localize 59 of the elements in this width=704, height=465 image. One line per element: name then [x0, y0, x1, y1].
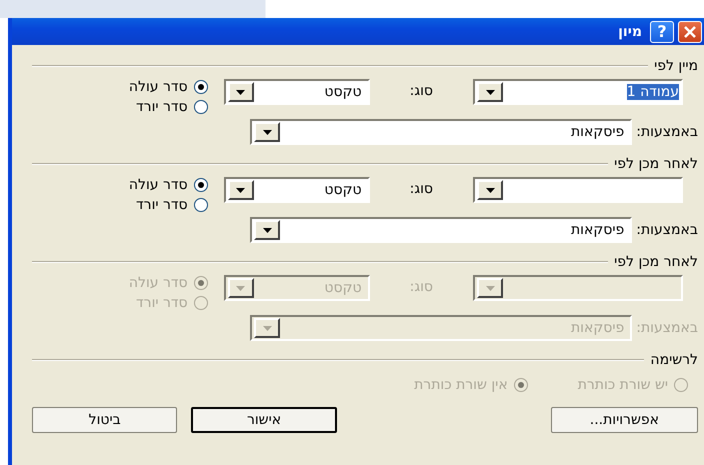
using-dropdown[interactable]: פיסקאות	[250, 217, 632, 243]
using-value: פיסקאות	[570, 124, 626, 140]
dialog-button[interactable]: אפשרויות...	[550, 407, 698, 433]
caret-icon	[236, 286, 246, 290]
radio-label: סדר עולה	[128, 275, 188, 291]
section-header: מיין לפי	[654, 58, 698, 74]
close-icon	[684, 26, 696, 38]
window-title: מיון	[618, 24, 642, 40]
type-label: סוג:	[410, 181, 433, 197]
radio-label: אין שורת כותרת	[414, 377, 508, 393]
type-dropdown[interactable]: טקסט	[224, 177, 370, 203]
type-label: סוג:	[410, 83, 433, 99]
caret-icon	[236, 90, 246, 94]
section-header: לאחר מכן לפי	[614, 156, 698, 172]
using-dropdown[interactable]: פיסקאות	[250, 119, 632, 145]
type-value: טקסט	[323, 280, 363, 296]
radio-button[interactable]	[194, 198, 208, 212]
radio-button[interactable]	[194, 80, 208, 94]
section-header: לרשימה	[650, 352, 698, 368]
dropdown-button[interactable]	[228, 180, 254, 200]
radio-button[interactable]	[194, 178, 208, 192]
caret-icon	[486, 90, 494, 94]
caret-icon	[262, 326, 272, 330]
using-label: באמצעות:	[636, 320, 698, 336]
caret-icon	[486, 188, 494, 192]
dropdown-button[interactable]	[477, 82, 503, 102]
radio-label: סדר עולה	[128, 79, 188, 95]
using-label: באמצעות:	[636, 124, 698, 140]
radio-label: סדר עולה	[128, 177, 188, 193]
dropdown-button[interactable]	[228, 278, 254, 298]
help-button[interactable]: ?	[650, 20, 674, 42]
close-button[interactable]	[678, 20, 702, 42]
dropdown-button[interactable]	[228, 82, 254, 102]
sort-field-dropdown[interactable]	[473, 177, 683, 203]
caret-icon	[236, 188, 246, 192]
section-header: לאחר מכן לפי	[614, 254, 698, 270]
dialog-button[interactable]: ביטול	[32, 407, 178, 433]
radio-label: יש שורת כותרת	[578, 377, 668, 393]
radio-label: סדר יורד	[136, 295, 188, 311]
dropdown-button[interactable]	[254, 318, 280, 338]
field-value: עמודה 1	[626, 84, 679, 100]
dialog-button[interactable]: אישור	[191, 407, 337, 433]
radio-label: סדר יורד	[136, 99, 188, 115]
using-value: פיסקאות	[570, 320, 626, 336]
dropdown-button[interactable]	[477, 180, 503, 200]
sort-field-dropdown[interactable]: עמודה 1	[473, 79, 683, 105]
radio-button[interactable]	[194, 100, 208, 114]
caret-icon	[486, 286, 494, 290]
type-value: טקסט	[323, 84, 363, 100]
dropdown-button[interactable]	[254, 220, 280, 240]
using-label: באמצעות:	[636, 222, 698, 238]
using-value: פיסקאות	[570, 222, 626, 238]
dropdown-button[interactable]	[254, 122, 280, 142]
type-label: סוג:	[410, 279, 433, 295]
radio-label: סדר יורד	[136, 197, 188, 213]
caret-icon	[262, 228, 272, 232]
type-dropdown[interactable]: טקסט	[224, 79, 370, 105]
caret-icon	[262, 130, 272, 134]
type-value: טקסט	[323, 182, 363, 198]
